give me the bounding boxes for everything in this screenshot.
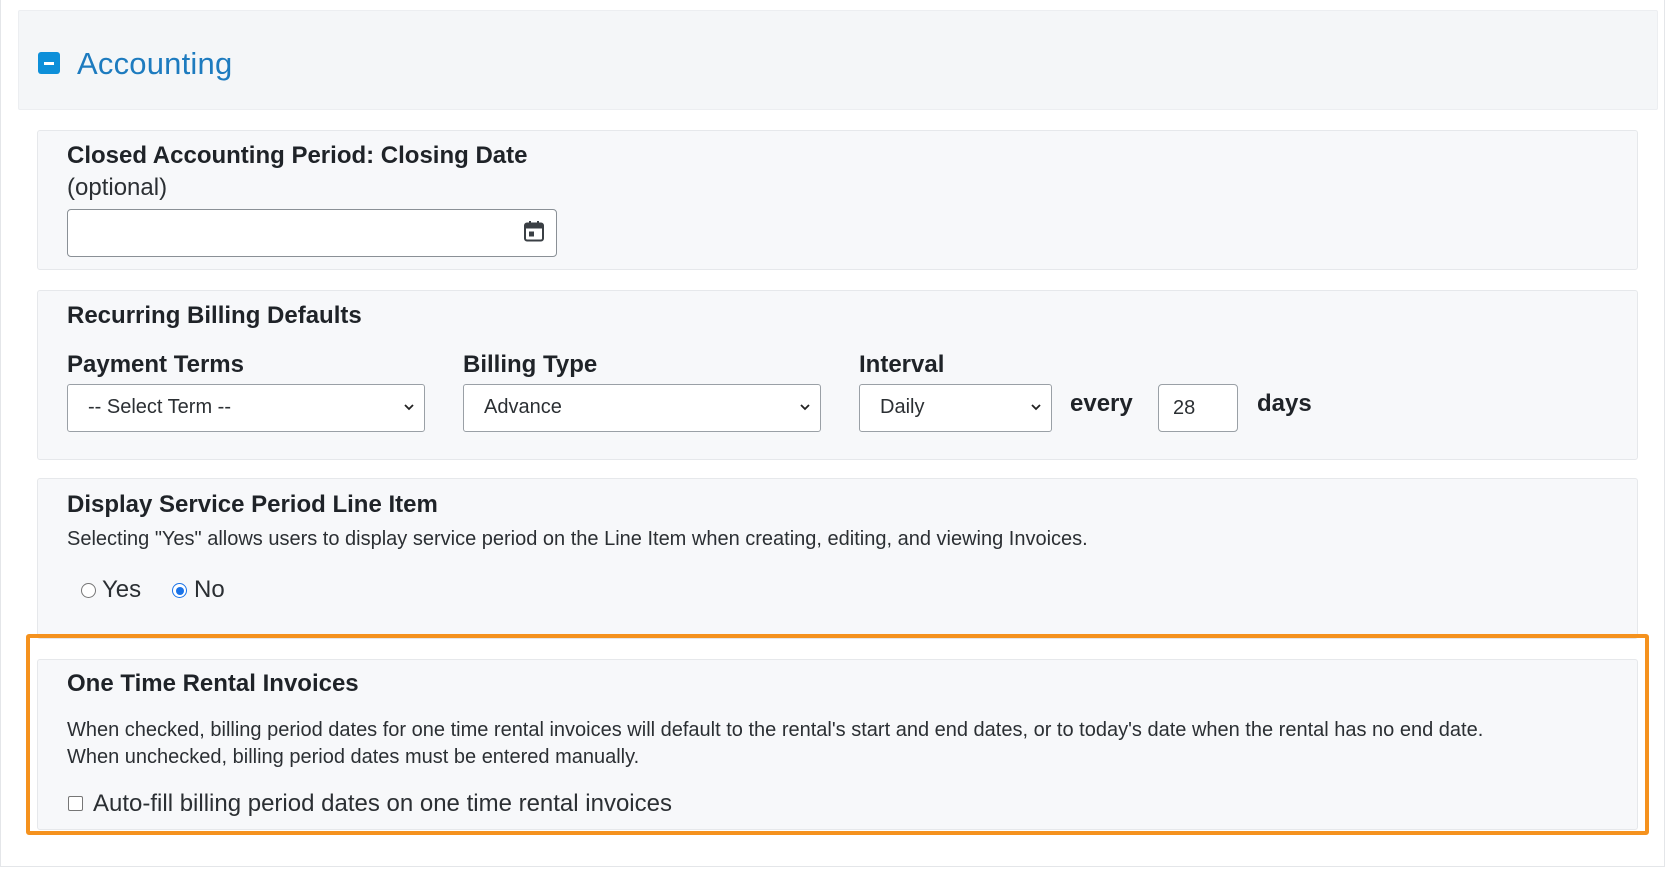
payment-terms-value: -- Select Term -- (88, 396, 231, 418)
closing-date-card: Closed Accounting Period: Closing Date (… (37, 130, 1638, 270)
closing-date-label: Closed Accounting Period: Closing Date (67, 142, 528, 169)
every-label: every (1070, 390, 1133, 417)
service-period-no-radio[interactable] (172, 583, 187, 598)
recurring-billing-card: Recurring Billing Defaults Payment Terms… (37, 290, 1638, 460)
section-title: Accounting (77, 46, 233, 81)
payment-terms-label: Payment Terms (67, 351, 244, 378)
chevron-down-icon (1031, 404, 1041, 411)
interval-count-input[interactable]: 28 (1158, 384, 1238, 432)
service-period-title: Display Service Period Line Item (67, 491, 438, 518)
calendar-icon[interactable] (522, 219, 546, 243)
autofill-billing-dates-label[interactable]: Auto-fill billing period dates on one ti… (93, 790, 672, 818)
interval-value: Daily (880, 396, 925, 418)
interval-count-value: 28 (1173, 397, 1196, 419)
accounting-section-header: Accounting (18, 10, 1658, 110)
recurring-billing-title: Recurring Billing Defaults (67, 302, 362, 329)
one-time-rental-description-line1: When checked, billing period dates for o… (67, 719, 1484, 741)
interval-select[interactable]: Daily (859, 384, 1052, 432)
chevron-down-icon (404, 404, 414, 411)
one-time-rental-card: One Time Rental Invoices When checked, b… (37, 659, 1638, 830)
closing-date-optional-label: (optional) (67, 174, 168, 201)
service-period-card: Display Service Period Line Item Selecti… (37, 478, 1638, 639)
billing-type-label: Billing Type (463, 351, 598, 378)
autofill-billing-dates-checkbox[interactable] (68, 796, 83, 811)
service-period-description: Selecting "Yes" allows users to display … (67, 528, 1088, 550)
billing-type-select[interactable]: Advance (463, 384, 821, 432)
service-period-yes-label[interactable]: Yes (102, 576, 141, 604)
closing-date-input[interactable] (67, 209, 557, 257)
service-period-yes-radio[interactable] (81, 583, 96, 598)
billing-type-value: Advance (484, 396, 562, 418)
chevron-down-icon (800, 404, 810, 411)
one-time-rental-title: One Time Rental Invoices (67, 670, 359, 697)
minus-square-icon[interactable] (38, 52, 60, 74)
payment-terms-select[interactable]: -- Select Term -- (67, 384, 425, 432)
one-time-rental-description-line2: When unchecked, billing period dates mus… (67, 746, 640, 768)
service-period-no-label[interactable]: No (194, 576, 225, 604)
days-label: days (1257, 390, 1312, 417)
interval-label: Interval (859, 351, 945, 378)
